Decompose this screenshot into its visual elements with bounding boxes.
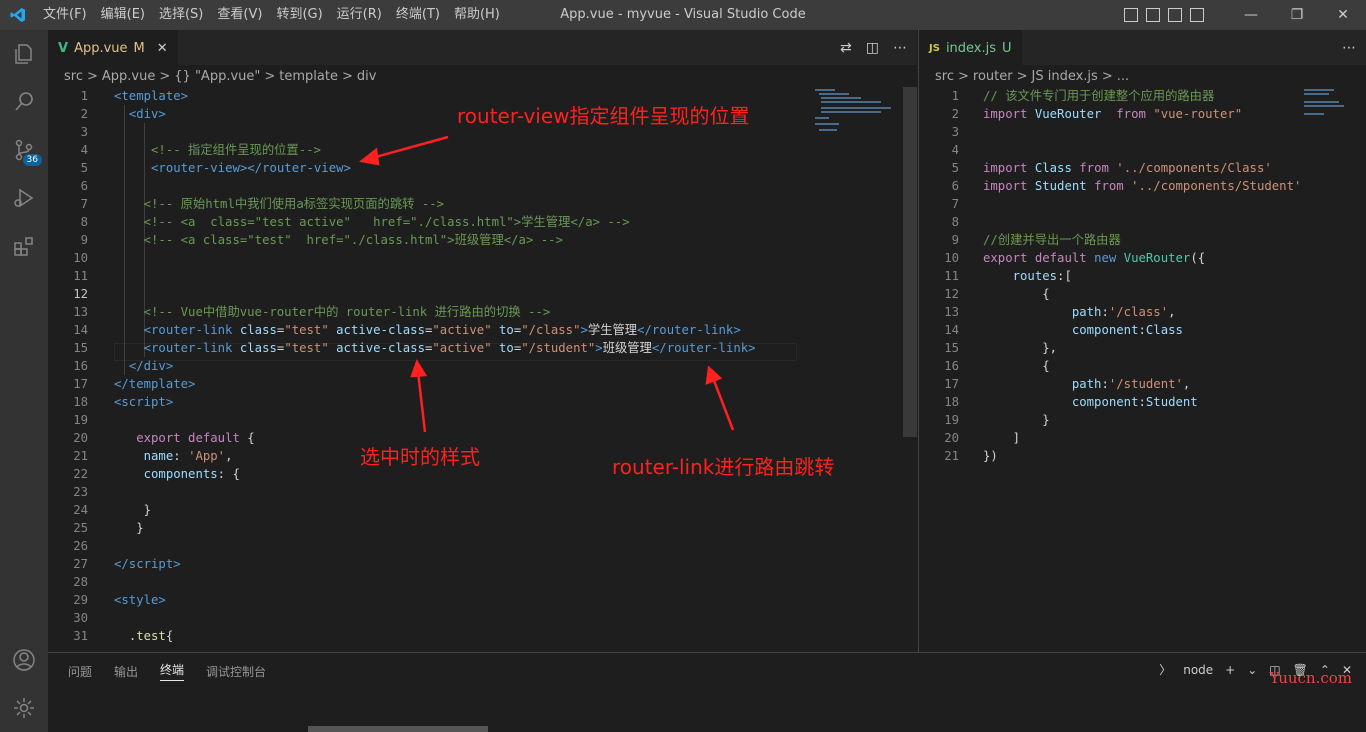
menu-file[interactable]: 文件(F) xyxy=(36,0,94,30)
more-actions-icon[interactable]: ⋯ xyxy=(893,40,907,56)
run-debug-icon[interactable] xyxy=(0,174,48,222)
chevron-down-icon[interactable]: ⌄ xyxy=(1247,663,1257,677)
minimap[interactable] xyxy=(1304,87,1354,177)
breadcrumb-sep: > xyxy=(1101,68,1113,84)
customize-layout-icon[interactable] xyxy=(1190,8,1204,22)
close-button[interactable]: ✕ xyxy=(1320,0,1366,30)
breadcrumb-sep: > xyxy=(159,68,171,84)
breadcrumb-item[interactable]: JS index.js xyxy=(1032,69,1098,84)
breadcrumb-sep: > xyxy=(264,68,276,84)
account-icon[interactable] xyxy=(0,636,48,684)
more-actions-icon[interactable]: ⋯ xyxy=(1342,40,1356,56)
tab-debug-console[interactable]: 调试控制台 xyxy=(206,663,266,680)
minimize-button[interactable]: — xyxy=(1228,0,1274,30)
minimap[interactable] xyxy=(815,87,905,177)
menu-go[interactable]: 转到(G) xyxy=(269,0,329,30)
explorer-icon[interactable] xyxy=(0,30,48,78)
annotation-active-class: 选中时的样式 xyxy=(360,445,480,469)
settings-gear-icon[interactable] xyxy=(0,684,48,732)
annotation-router-view: router-view指定组件呈现的位置 xyxy=(457,104,750,128)
code-area[interactable]: 1// 该文件专门用于创建整个应用的路由器 2 import VueRouter … xyxy=(919,87,1366,652)
menu-terminal[interactable]: 终端(T) xyxy=(389,0,447,30)
toggle-panel-icon[interactable] xyxy=(1146,8,1160,22)
bottom-panel: 问题 输出 终端 调试控制台 〉 node + ⌄ ◫ 🗑 ⌃ ✕ Yuucn.… xyxy=(48,652,1366,732)
breadcrumb-item[interactable]: src xyxy=(64,69,83,84)
toggle-secondary-sidebar-icon[interactable] xyxy=(1168,8,1182,22)
tab-terminal[interactable]: 终端 xyxy=(160,661,185,681)
breadcrumb-sep: > xyxy=(86,68,98,84)
menu-run[interactable]: 运行(R) xyxy=(330,0,389,30)
tab-index-js[interactable]: JS index.js U xyxy=(919,30,1022,65)
tab-app-vue[interactable]: V App.vue M ✕ xyxy=(48,30,178,65)
breadcrumb-item[interactable]: ... xyxy=(1117,69,1129,84)
editor-tabs: V App.vue M ✕ ⇄ ◫ ⋯ xyxy=(48,30,917,65)
activity-bar: 36 xyxy=(0,30,48,732)
modified-indicator: M xyxy=(133,40,145,56)
close-tab-icon[interactable]: ✕ xyxy=(157,41,168,56)
tab-label: App.vue xyxy=(74,40,128,56)
editor-tabs: JS index.js U ⋯ xyxy=(919,30,1366,65)
new-terminal-icon[interactable]: + xyxy=(1225,663,1235,677)
editor-group-index-js: JS index.js U ⋯ src > router > JS index.… xyxy=(918,30,1366,652)
watermark: Yuucn.com xyxy=(1269,669,1352,687)
breadcrumb-item[interactable]: router xyxy=(973,69,1013,84)
breadcrumb-item[interactable]: App.vue xyxy=(102,69,155,84)
horizontal-scrollbar[interactable] xyxy=(308,726,488,732)
breadcrumb-sep: > xyxy=(957,68,969,84)
tab-label: index.js xyxy=(945,40,997,56)
menu-selection[interactable]: 选择(S) xyxy=(152,0,210,30)
annotation-router-link: router-link进行路由跳转 xyxy=(612,455,835,479)
breadcrumb: src > App.vue > {} "App.vue" > template … xyxy=(48,65,917,87)
js-file-icon: JS xyxy=(929,42,940,54)
terminal-shell-name[interactable]: node xyxy=(1183,663,1213,677)
extensions-icon[interactable] xyxy=(0,222,48,270)
breadcrumb-sep: > xyxy=(341,68,353,84)
split-editor-icon[interactable]: ◫ xyxy=(866,40,879,56)
menu-edit[interactable]: 编辑(E) xyxy=(94,0,152,30)
menu-bar: 文件(F) 编辑(E) 选择(S) 查看(V) 转到(G) 运行(R) 终端(T… xyxy=(36,0,507,30)
breadcrumb-item[interactable]: div xyxy=(357,69,377,84)
vue-file-icon: V xyxy=(58,40,69,56)
terminal-icon: 〉 xyxy=(1159,663,1172,677)
vscode-logo-icon xyxy=(0,0,36,30)
breadcrumb-item[interactable]: template xyxy=(279,69,338,84)
title-bar: 文件(F) 编辑(E) 选择(S) 查看(V) 转到(G) 运行(R) 终端(T… xyxy=(0,0,1366,30)
breadcrumb-item[interactable]: src xyxy=(935,69,954,84)
scm-badge: 36 xyxy=(22,154,42,166)
breadcrumb-sep: > xyxy=(1016,68,1028,84)
breadcrumb: src > router > JS index.js > ... xyxy=(919,65,1366,87)
untracked-indicator: U xyxy=(1002,40,1012,56)
vertical-scrollbar[interactable] xyxy=(903,87,917,437)
open-changes-icon[interactable]: ⇄ xyxy=(840,40,852,56)
toggle-sidebar-icon[interactable] xyxy=(1124,8,1138,22)
tab-output[interactable]: 输出 xyxy=(114,663,138,680)
source-control-icon[interactable]: 36 xyxy=(0,126,48,174)
breadcrumb-item[interactable]: {} "App.vue" xyxy=(174,69,260,84)
tab-problems[interactable]: 问题 xyxy=(68,663,92,680)
restore-button[interactable]: ❐ xyxy=(1274,0,1320,30)
code-area[interactable]: 1 <template> 2 <div> 3 4 <!-- 指定组件呈现的位置--… xyxy=(48,87,917,652)
menu-view[interactable]: 查看(V) xyxy=(210,0,269,30)
search-icon[interactable] xyxy=(0,78,48,126)
menu-help[interactable]: 帮助(H) xyxy=(447,0,507,30)
